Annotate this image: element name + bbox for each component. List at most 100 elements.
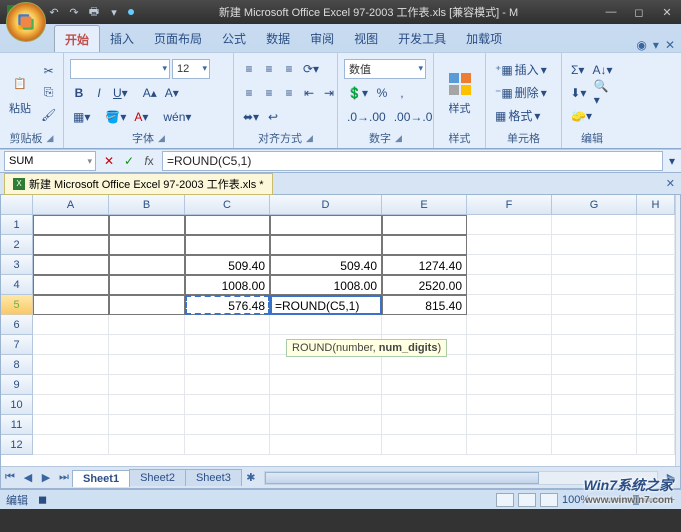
ribbon-tab-7[interactable]: 开发工具 [388, 25, 456, 52]
cell-G12[interactable] [552, 435, 637, 455]
row-header-2[interactable]: 2 [1, 235, 33, 255]
align-center-button[interactable]: ≡ [260, 83, 278, 103]
align-bottom-button[interactable]: ≡ [280, 59, 298, 79]
indent-dec-button[interactable]: ⇤ [300, 83, 318, 103]
cell-B6[interactable] [109, 315, 185, 335]
row-header-1[interactable]: 1 [1, 215, 33, 235]
ribbon-tab-1[interactable]: 插入 [100, 25, 144, 52]
sort-filter-button[interactable]: A↓▾ [589, 60, 615, 80]
cell-E12[interactable] [382, 435, 467, 455]
cell-A2[interactable] [33, 235, 109, 255]
cell-D10[interactable] [270, 395, 382, 415]
cell-E5[interactable]: 815.40 [382, 295, 467, 315]
cell-G5[interactable] [552, 295, 637, 315]
cell-A6[interactable] [33, 315, 109, 335]
row-header-6[interactable]: 6 [1, 315, 33, 335]
cell-D4[interactable]: 1008.00 [270, 275, 382, 295]
name-box[interactable]: SUM [4, 151, 96, 171]
row-header-4[interactable]: 4 [1, 275, 33, 295]
cell-C5[interactable]: 576.48 [185, 295, 270, 315]
redo-icon[interactable]: ↷ [66, 4, 82, 20]
cell-D12[interactable] [270, 435, 382, 455]
font-size-combo[interactable]: 12 [172, 59, 210, 79]
dialog-launcher-icon[interactable]: ◢ [395, 133, 402, 144]
minimize-ribbon-icon[interactable]: ◉ [636, 38, 646, 52]
cell-E11[interactable] [382, 415, 467, 435]
mdi-close-icon[interactable]: ✕ [665, 38, 675, 52]
autosum-button[interactable]: Σ▾ [568, 60, 587, 80]
cell-H3[interactable] [637, 255, 675, 275]
cell-A11[interactable] [33, 415, 109, 435]
italic-button[interactable]: I [90, 83, 108, 103]
cell-A3[interactable] [33, 255, 109, 275]
row-header-12[interactable]: 12 [1, 435, 33, 455]
cell-E6[interactable] [382, 315, 467, 335]
increase-decimal-button[interactable]: .0→.00 [344, 107, 389, 127]
cell-A5[interactable] [33, 295, 109, 315]
cell-D1[interactable] [270, 215, 382, 235]
undo-icon[interactable]: ↶ [46, 4, 62, 20]
cell-B8[interactable] [109, 355, 185, 375]
cell-C7[interactable] [185, 335, 270, 355]
maximize-button[interactable]: ◻ [625, 2, 653, 22]
cell-G7[interactable] [552, 335, 637, 355]
cell-H7[interactable] [637, 335, 675, 355]
align-left-button[interactable]: ≡ [240, 83, 258, 103]
cell-E10[interactable] [382, 395, 467, 415]
percent-button[interactable]: % [373, 83, 391, 103]
fill-button[interactable]: ⬇▾ [568, 83, 589, 103]
cell-D11[interactable] [270, 415, 382, 435]
cell-E1[interactable] [382, 215, 467, 235]
cell-A8[interactable] [33, 355, 109, 375]
ribbon-tab-3[interactable]: 公式 [212, 25, 256, 52]
font-color-button[interactable]: A▾ [131, 107, 151, 127]
close-doc-icon[interactable]: ✕ [666, 177, 675, 190]
copy-icon[interactable]: ⎘ [38, 83, 59, 103]
align-right-button[interactable]: ≡ [280, 83, 298, 103]
cell-E9[interactable] [382, 375, 467, 395]
cell-G8[interactable] [552, 355, 637, 375]
col-header-D[interactable]: D [270, 195, 382, 214]
ribbon-tab-4[interactable]: 数据 [256, 25, 300, 52]
cell-F4[interactable] [467, 275, 552, 295]
cell-F11[interactable] [467, 415, 552, 435]
minimize-button[interactable]: — [597, 2, 625, 22]
cell-C4[interactable]: 1008.00 [185, 275, 270, 295]
dialog-launcher-icon[interactable]: ◢ [47, 133, 54, 144]
cell-G6[interactable] [552, 315, 637, 335]
cell-G1[interactable] [552, 215, 637, 235]
ribbon-tab-8[interactable]: 加载项 [456, 25, 512, 52]
fx-icon[interactable]: fx [140, 152, 158, 170]
cell-F12[interactable] [467, 435, 552, 455]
cell-H4[interactable] [637, 275, 675, 295]
align-middle-button[interactable]: ≡ [260, 59, 278, 79]
col-header-B[interactable]: B [109, 195, 185, 214]
confirm-edit-icon[interactable]: ✓ [120, 152, 138, 170]
cell-C11[interactable] [185, 415, 270, 435]
document-tab[interactable]: X 新建 Microsoft Office Excel 97-2003 工作表.… [4, 173, 273, 195]
cell-F8[interactable] [467, 355, 552, 375]
ribbon-tab-2[interactable]: 页面布局 [144, 25, 212, 52]
cell-H2[interactable] [637, 235, 675, 255]
cell-A9[interactable] [33, 375, 109, 395]
cell-D5[interactable]: =ROUND(C5,1) [270, 295, 382, 315]
cell-D6[interactable] [270, 315, 382, 335]
cell-F9[interactable] [467, 375, 552, 395]
cell-E2[interactable] [382, 235, 467, 255]
office-button[interactable] [6, 2, 46, 42]
format-painter-icon[interactable]: 🖌 [38, 105, 59, 125]
shrink-font-button[interactable]: A▾ [162, 83, 182, 103]
orientation-button[interactable]: ⟳▾ [300, 59, 322, 79]
view-pagebreak-icon[interactable] [540, 493, 558, 507]
cell-H9[interactable] [637, 375, 675, 395]
sheet-tab-Sheet1[interactable]: Sheet1 [72, 470, 130, 487]
grow-font-button[interactable]: A▴ [140, 83, 160, 103]
borders-button[interactable]: ▦▾ [70, 107, 93, 127]
cell-E8[interactable] [382, 355, 467, 375]
cell-A4[interactable] [33, 275, 109, 295]
comma-button[interactable]: , [393, 83, 411, 103]
underline-button[interactable]: U▾ [110, 83, 131, 103]
cell-D8[interactable] [270, 355, 382, 375]
row-header-11[interactable]: 11 [1, 415, 33, 435]
sheet-nav-first-icon[interactable]: ⏮ [1, 469, 19, 487]
